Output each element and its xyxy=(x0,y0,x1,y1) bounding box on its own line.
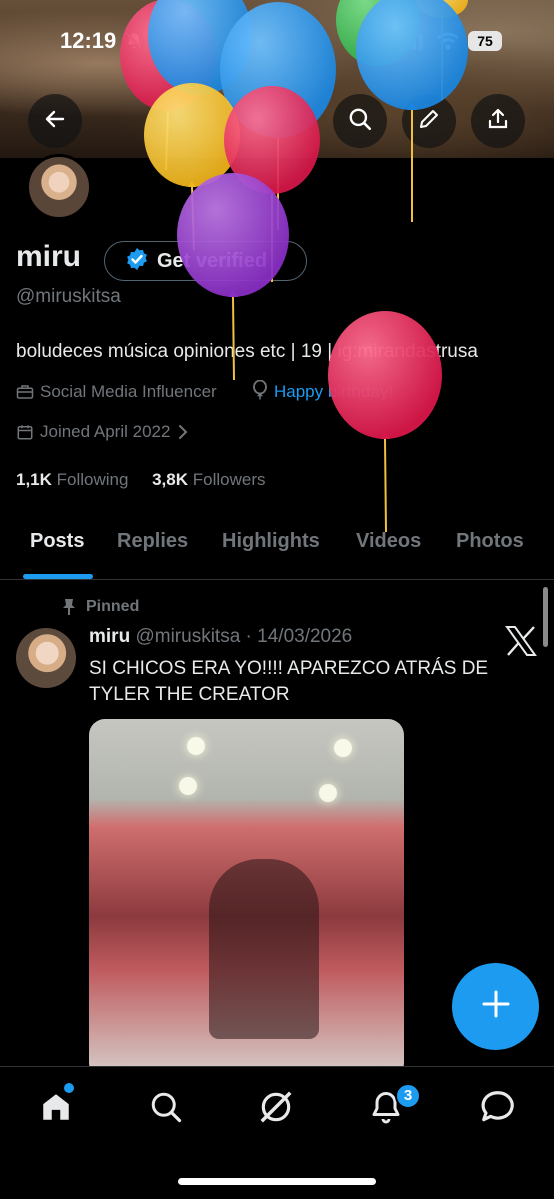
birthday-row: Happy birthday! xyxy=(252,379,393,405)
home-icon xyxy=(38,1090,74,1129)
status-time: 12:19 xyxy=(60,28,117,53)
battery-indicator: 75 xyxy=(468,31,502,51)
wifi-icon xyxy=(436,31,460,56)
profile-name: miru xyxy=(16,240,82,273)
nav-search[interactable] xyxy=(146,1089,186,1129)
profile-avatar[interactable] xyxy=(26,154,92,220)
tab-posts[interactable]: Posts xyxy=(30,530,84,553)
pinned-label: Pinned xyxy=(62,598,139,616)
share-icon xyxy=(486,107,510,136)
share-button[interactable] xyxy=(471,94,525,148)
home-notification-dot xyxy=(64,1083,74,1093)
profile-handle: @miruskitsa xyxy=(16,286,121,307)
tab-videos[interactable]: Videos xyxy=(356,530,421,553)
search-button[interactable] xyxy=(333,94,387,148)
nav-grok[interactable] xyxy=(256,1089,296,1129)
post-author-name[interactable]: miru xyxy=(89,626,130,647)
tab-replies[interactable]: Replies xyxy=(117,530,188,553)
compose-button[interactable] xyxy=(452,963,539,1050)
profile-bio: boludeces música opiniones etc | 19 | ig… xyxy=(16,341,478,362)
home-indicator xyxy=(178,1178,376,1185)
post-header: miru @miruskitsa · 14/03/2026 xyxy=(89,626,352,648)
signal-icon xyxy=(398,34,424,55)
arrow-left-icon xyxy=(43,107,67,136)
bell-off-icon xyxy=(124,31,144,56)
calendar-icon xyxy=(16,423,34,441)
notification-badge: 3 xyxy=(395,1083,421,1109)
grok-icon xyxy=(257,1088,295,1131)
bottom-navigation: 3 xyxy=(0,1066,554,1199)
post-meta: @miruskitsa · 14/03/2026 xyxy=(135,626,353,647)
joined-text: Joined April 2022 xyxy=(40,422,171,441)
edit-button[interactable] xyxy=(402,94,456,148)
chevron-right-icon xyxy=(178,424,188,440)
back-button[interactable] xyxy=(28,94,82,148)
status-bar: 12:19 75 xyxy=(0,28,554,56)
profile-category: Social Media Influencer xyxy=(16,380,217,404)
get-verified-button[interactable]: Get verified xyxy=(104,241,307,281)
category-text: Social Media Influencer xyxy=(40,382,217,401)
post-text: SI CHICOS ERA YO!!!! APAREZCO ATRÁS DE T… xyxy=(89,658,489,705)
post-media-image[interactable] xyxy=(89,719,404,1079)
mail-icon xyxy=(479,1088,517,1131)
active-tab-indicator xyxy=(23,574,93,579)
plus-icon xyxy=(481,989,511,1024)
birthday-text[interactable]: Happy birthday! xyxy=(274,382,393,402)
following-link[interactable]: 1,1K Following xyxy=(16,470,128,489)
follow-stats: 1,1K Following 3,8K Followers xyxy=(16,470,266,490)
joined-row[interactable]: Joined April 2022 xyxy=(16,420,188,444)
pin-icon xyxy=(62,598,76,616)
nav-home[interactable] xyxy=(36,1089,76,1129)
search-icon xyxy=(347,106,373,137)
post-author-avatar[interactable] xyxy=(16,628,76,688)
edit-icon xyxy=(417,107,441,136)
search-icon xyxy=(148,1089,184,1130)
get-verified-label: Get verified xyxy=(157,249,268,272)
profile-banner xyxy=(0,0,554,158)
profile-tabs: Posts Replies Highlights Videos Photos xyxy=(0,516,554,580)
followers-link[interactable]: 3,8K Followers xyxy=(152,470,265,489)
briefcase-icon xyxy=(16,383,34,401)
verified-badge-icon xyxy=(125,247,149,276)
tab-highlights[interactable]: Highlights xyxy=(222,530,320,553)
scrollbar[interactable] xyxy=(543,587,548,647)
balloon-icon xyxy=(252,379,268,405)
nav-messages[interactable] xyxy=(478,1089,518,1129)
tab-photos[interactable]: Photos xyxy=(456,530,524,553)
